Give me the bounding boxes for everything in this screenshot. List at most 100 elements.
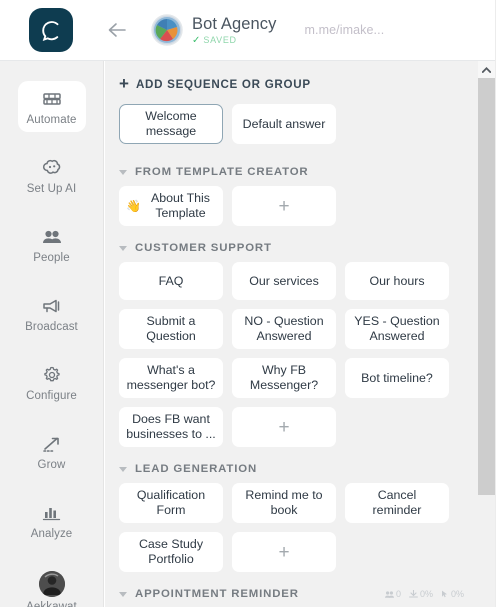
page-url[interactable]: m.me/imake... — [304, 23, 384, 37]
sequence-card-submit-a-question[interactable]: Submit a Question — [119, 309, 223, 349]
sidebar-item-broadcast[interactable]: Broadcast — [18, 288, 86, 339]
chevron-up-icon — [482, 66, 491, 73]
scrollbar-thumb[interactable] — [478, 78, 495, 495]
main-scrollbar[interactable] — [478, 61, 495, 607]
card-label: Does FB want businesses to ... — [126, 412, 216, 441]
plus-icon: + — [278, 541, 290, 563]
section-customer-support: CUSTOMER SUPPORT FAQ Our services Our ho… — [119, 242, 478, 447]
sequence-card-does-fb-want-businesses[interactable]: Does FB want businesses to ... — [119, 407, 223, 447]
sequence-card-why-fb-messenger[interactable]: Why FB Messenger? — [232, 358, 336, 398]
page-title-block: Bot Agency ✓ SAVED — [192, 15, 276, 46]
stat-clicks: 0% — [441, 589, 464, 599]
card-label: About This Template — [150, 191, 210, 220]
section-stats: 0 0% 0% — [384, 589, 478, 599]
sidebar-item-account[interactable]: Aekkawat — [18, 564, 86, 607]
add-sequence-card[interactable]: + — [232, 407, 336, 447]
sequence-card-bot-timeline[interactable]: Bot timeline? — [345, 358, 449, 398]
sequence-card-cancel-reminder[interactable]: Cancel reminder — [345, 483, 449, 523]
sidebar-item-analyze[interactable]: Analyze — [18, 495, 86, 546]
card-label: What's a messenger bot? — [126, 363, 216, 392]
stat-delivered: 0% — [409, 589, 433, 599]
waving-hand-icon: 👋 — [126, 198, 141, 213]
card-label: NO - Question Answered — [244, 314, 324, 343]
sidebar-item-grow[interactable]: Grow — [18, 426, 86, 477]
sequence-card-default-answer[interactable]: Default answer — [232, 104, 336, 144]
sidebar-item-label: Grow — [37, 459, 66, 471]
section-cards: 👋 About This Template + — [119, 186, 459, 226]
page-avatar-icon — [151, 14, 183, 46]
card-label: FAQ — [158, 273, 184, 288]
page-avatar[interactable] — [151, 14, 183, 46]
sequence-card-whats-a-messenger-bot[interactable]: What's a messenger bot? — [119, 358, 223, 398]
section-title: CUSTOMER SUPPORT — [135, 242, 272, 254]
card-label: Welcome message — [145, 109, 197, 138]
sequence-card-no-question-answered[interactable]: NO - Question Answered — [232, 309, 336, 349]
sidebar-item-label: Aekkawat — [26, 601, 77, 607]
sequence-card-our-hours[interactable]: Our hours — [345, 262, 449, 300]
card-label: Cancel reminder — [372, 488, 422, 517]
sidebar-item-label: Configure — [26, 390, 77, 402]
sidebar-item-set-up-ai[interactable]: Set Up AI — [18, 150, 86, 201]
main-content: + ADD SEQUENCE OR GROUP Welcome message … — [105, 61, 478, 607]
section-header[interactable]: FROM TEMPLATE CREATOR — [119, 166, 478, 178]
people-icon — [41, 226, 63, 248]
scroll-up-button[interactable] — [478, 61, 495, 78]
people-stat-icon — [384, 590, 394, 598]
section-from-template-creator: FROM TEMPLATE CREATOR 👋 About This Templ… — [119, 166, 478, 226]
saved-label: SAVED — [203, 35, 237, 45]
back-button[interactable] — [105, 18, 129, 42]
sequence-card-case-study-portfolio[interactable]: Case Study Portfolio — [119, 532, 223, 572]
section-header[interactable]: CUSTOMER SUPPORT — [119, 242, 478, 254]
add-sequence-or-group-button[interactable]: + ADD SEQUENCE OR GROUP — [119, 74, 478, 93]
section-title: FROM TEMPLATE CREATOR — [135, 166, 309, 178]
sidebar-item-automate[interactable]: Automate — [17, 81, 86, 132]
section-header[interactable]: LEAD GENERATION — [119, 463, 478, 475]
sequence-card-remind-me-to-book[interactable]: Remind me to book — [232, 483, 336, 523]
section-title: LEAD GENERATION — [135, 463, 258, 475]
sidebar-item-label: Broadcast — [25, 321, 78, 333]
stat-value: 0% — [450, 589, 464, 599]
back-arrow-icon — [108, 23, 126, 37]
card-label: Our services — [249, 273, 319, 288]
stat-people: 0 — [384, 589, 401, 599]
scrollbar-track[interactable] — [478, 495, 495, 607]
sequence-card-yes-question-answered[interactable]: YES - Question Answered — [345, 309, 449, 349]
sidebar-item-people[interactable]: People — [18, 219, 86, 270]
sidebar-item-configure[interactable]: Configure — [18, 357, 86, 408]
analyze-icon — [41, 502, 63, 524]
brand-logo[interactable] — [29, 8, 73, 52]
sidebar-item-label: Set Up AI — [26, 183, 77, 195]
plus-icon: + — [278, 416, 290, 438]
chevron-down-icon — [119, 245, 127, 251]
top-sequence-cards: Welcome message Default answer — [119, 104, 459, 144]
sequence-card-welcome-message[interactable]: Welcome message — [119, 104, 223, 144]
chevron-down-icon — [119, 169, 127, 175]
section-header[interactable]: APPOINTMENT REMINDER 0 0% 0% — [119, 588, 478, 600]
sequence-card-faq[interactable]: FAQ — [119, 262, 223, 300]
sequence-card-our-services[interactable]: Our services — [232, 262, 336, 300]
sidebar: Automate Set Up AI People Broadcast Conf… — [0, 61, 104, 607]
section-cards: Qualification Form Remind me to book Can… — [119, 483, 459, 572]
top-header: Bot Agency ✓ SAVED m.me/imake... — [0, 0, 503, 61]
clicks-stat-icon — [441, 590, 447, 598]
plus-icon: + — [119, 74, 129, 93]
avatar — [38, 571, 65, 597]
chevron-down-icon — [119, 466, 127, 472]
sidebar-item-label: Automate — [26, 114, 77, 126]
sequence-card-about-this-template[interactable]: 👋 About This Template — [119, 186, 223, 226]
section-appointment-reminder: APPOINTMENT REMINDER 0 0% 0% — [119, 588, 478, 600]
grow-icon — [41, 433, 63, 455]
card-label: Our hours — [369, 273, 425, 288]
sequence-card-qualification-form[interactable]: Qualification Form — [119, 483, 223, 523]
section-lead-generation: LEAD GENERATION Qualification Form Remin… — [119, 463, 478, 572]
add-sequence-card[interactable]: + — [232, 186, 336, 226]
plus-icon: + — [278, 195, 290, 217]
sidebar-item-label: People — [33, 252, 70, 264]
status-badge: ✓ SAVED — [192, 35, 276, 46]
section-cards: FAQ Our services Our hours Submit a Ques… — [119, 262, 459, 447]
chat-bubble-logo-icon — [42, 21, 59, 41]
card-label: Default answer — [242, 116, 326, 131]
window-right-edge — [495, 0, 503, 607]
add-sequence-card[interactable]: + — [232, 532, 336, 572]
add-sequence-label: ADD SEQUENCE OR GROUP — [135, 77, 311, 91]
